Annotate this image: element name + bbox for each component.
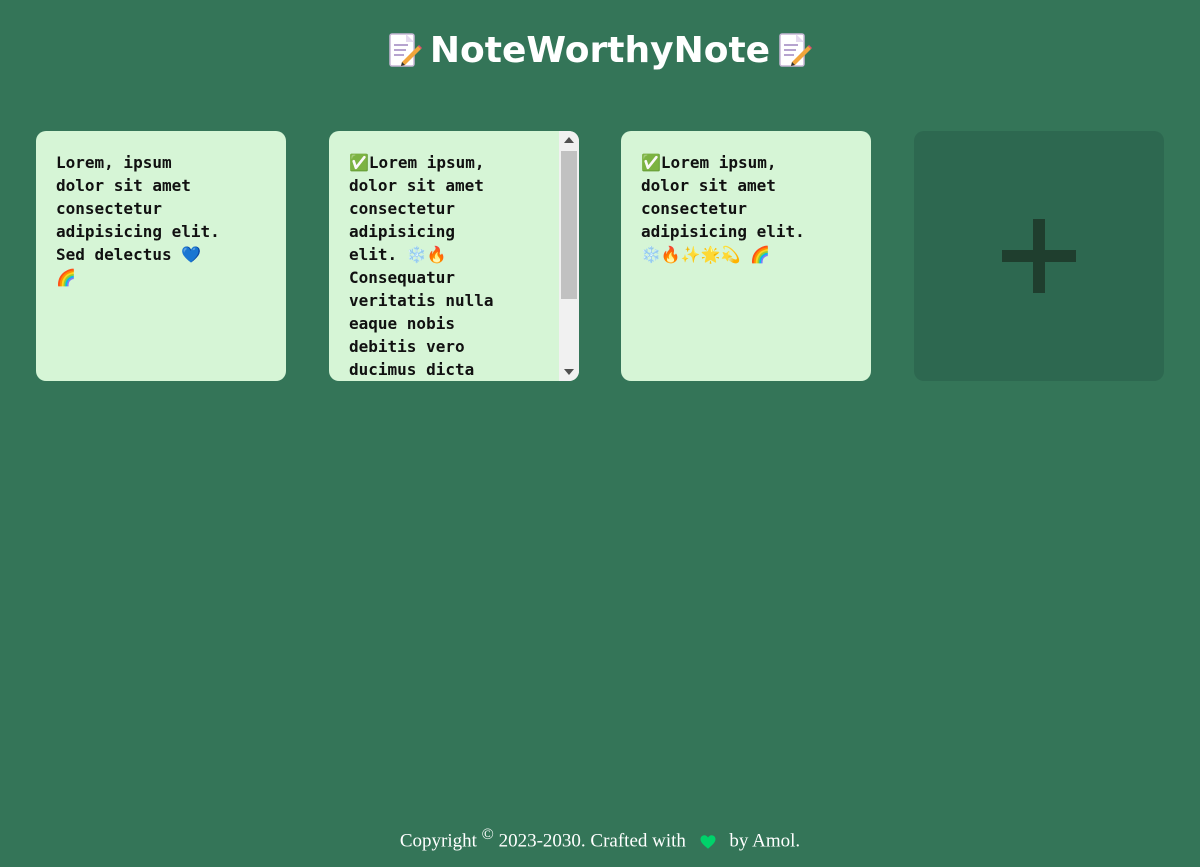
green-heart-icon	[700, 835, 716, 849]
footer-author: by Amol.	[729, 830, 801, 852]
memo-icon	[389, 33, 422, 67]
app-title: NoteWorthyNote	[429, 29, 771, 71]
note-card[interactable]: ✅Lorem ipsum, dolor sit amet consectetur…	[621, 131, 871, 381]
note-text[interactable]: ✅Lorem ipsum, dolor sit amet consectetur…	[329, 131, 579, 381]
memo-icon	[779, 33, 813, 67]
footer-copyright-label: Copyright	[399, 830, 477, 852]
notes-grid: Lorem, ipsum dolor sit amet consectetur …	[36, 131, 1166, 381]
note-text[interactable]: ✅Lorem ipsum, dolor sit amet consectetur…	[621, 131, 871, 266]
scroll-up-arrow-icon[interactable]	[564, 137, 574, 143]
app-header: NoteWorthyNote	[0, 22, 1200, 78]
plus-icon	[1002, 219, 1076, 293]
add-note-button[interactable]	[914, 131, 1164, 381]
footer: Copyright © 2023-2030. Crafted with by A…	[0, 826, 1200, 852]
copyright-symbol: ©	[481, 826, 494, 843]
note-card[interactable]: Lorem, ipsum dolor sit amet consectetur …	[36, 131, 286, 381]
scroll-thumb[interactable]	[561, 151, 577, 299]
note-scrollbar[interactable]	[559, 131, 579, 381]
scroll-down-arrow-icon[interactable]	[564, 369, 574, 375]
note-card[interactable]: ✅Lorem ipsum, dolor sit amet consectetur…	[329, 131, 579, 381]
footer-crafted-text: 2023-2030. Crafted with	[498, 830, 686, 852]
note-text[interactable]: Lorem, ipsum dolor sit amet consectetur …	[36, 131, 286, 289]
